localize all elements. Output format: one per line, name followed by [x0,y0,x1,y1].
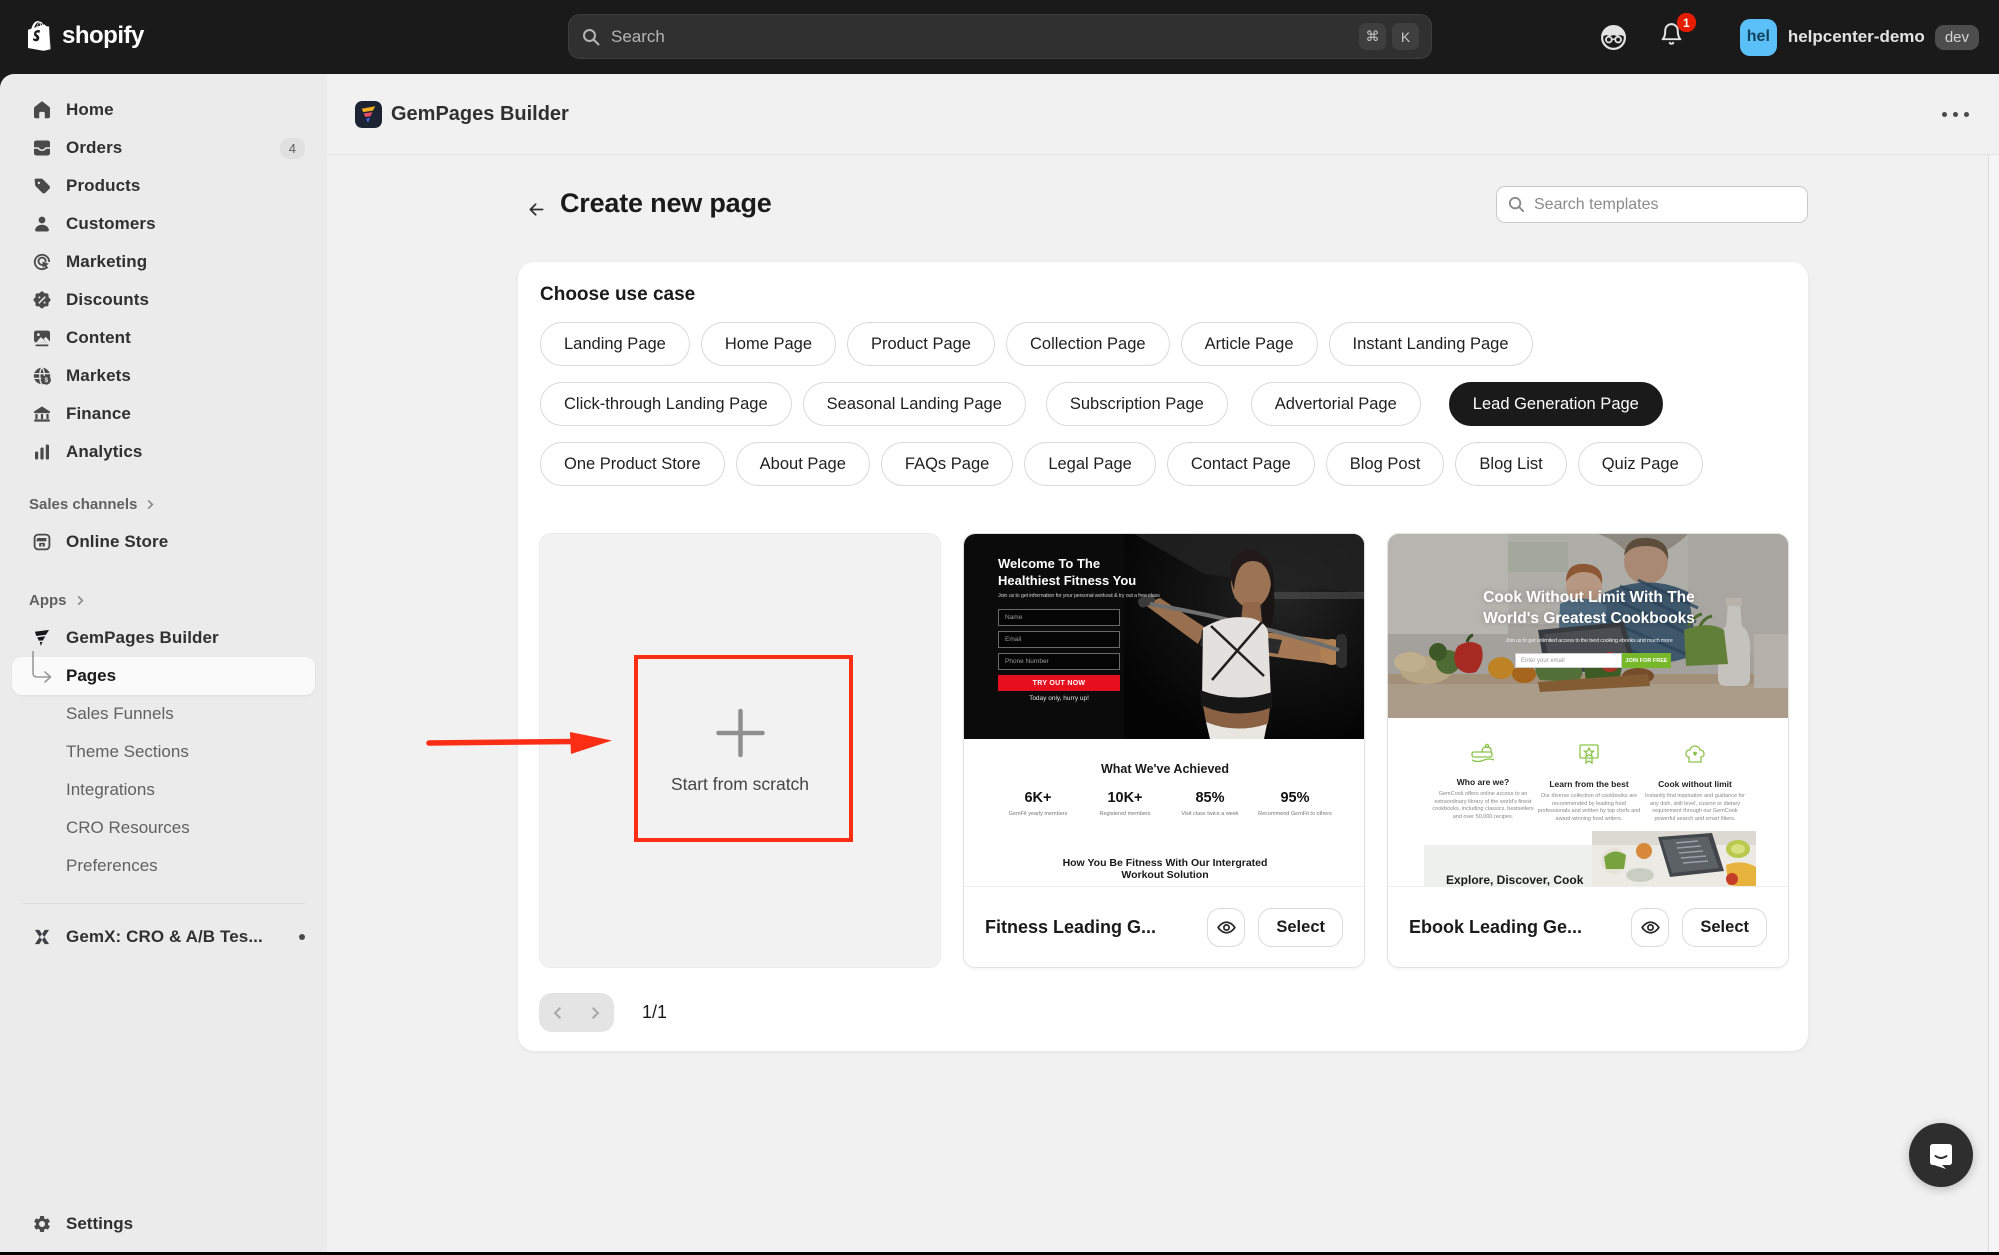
svg-text:$: $ [44,377,48,384]
